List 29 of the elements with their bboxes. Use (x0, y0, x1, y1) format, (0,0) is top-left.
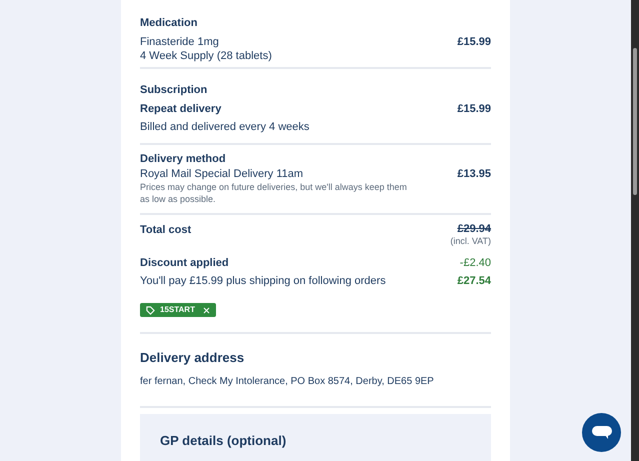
price: £15.99 (457, 35, 491, 49)
subscription-label: Repeat delivery (140, 102, 222, 116)
price: £13.95 (457, 167, 491, 181)
delivery-note: Prices may change on future deliveries, but we'll always keep them as low as possible. (140, 181, 408, 205)
price: £15.99 (457, 102, 491, 116)
discount-amount: -£2.40 (460, 256, 491, 270)
section-heading: Medication (140, 16, 198, 30)
chat-bubble-icon (592, 426, 612, 440)
section-heading: Subscription (140, 83, 208, 97)
supply-text: 4 Week Supply (28 tablets) (140, 49, 272, 63)
close-icon[interactable] (202, 306, 210, 314)
address-text: fer fernan, Check My Intolerance, PO Box 8574, Derby, DE65 9EP (140, 375, 435, 389)
scrollbar-thumb[interactable] (633, 48, 637, 195)
billing-note: Billed and delivered every 4 weeks (140, 120, 310, 134)
delivery-option: Royal Mail Special Delivery 11am (140, 167, 410, 181)
section-heading: Delivery method (140, 152, 227, 166)
product-name: Finasteride 1mg (140, 35, 220, 49)
section-heading: GP details (optional) (160, 433, 288, 449)
vat-note: (incl. VAT) (450, 236, 491, 247)
future-price-note: You'll pay £15.99 plus shipping on following orders (140, 274, 386, 288)
scrollbar[interactable] (631, 0, 639, 461)
promo-code-tag: 15START (140, 303, 216, 317)
tag-icon (146, 306, 155, 314)
discounted-total: £27.54 (457, 274, 491, 288)
original-total: £29.94 (456, 223, 491, 236)
total-label: Total cost (140, 223, 192, 237)
section-heading: Delivery address (140, 350, 246, 366)
chat-button[interactable] (582, 413, 621, 452)
discount-label: Discount applied (140, 256, 229, 270)
